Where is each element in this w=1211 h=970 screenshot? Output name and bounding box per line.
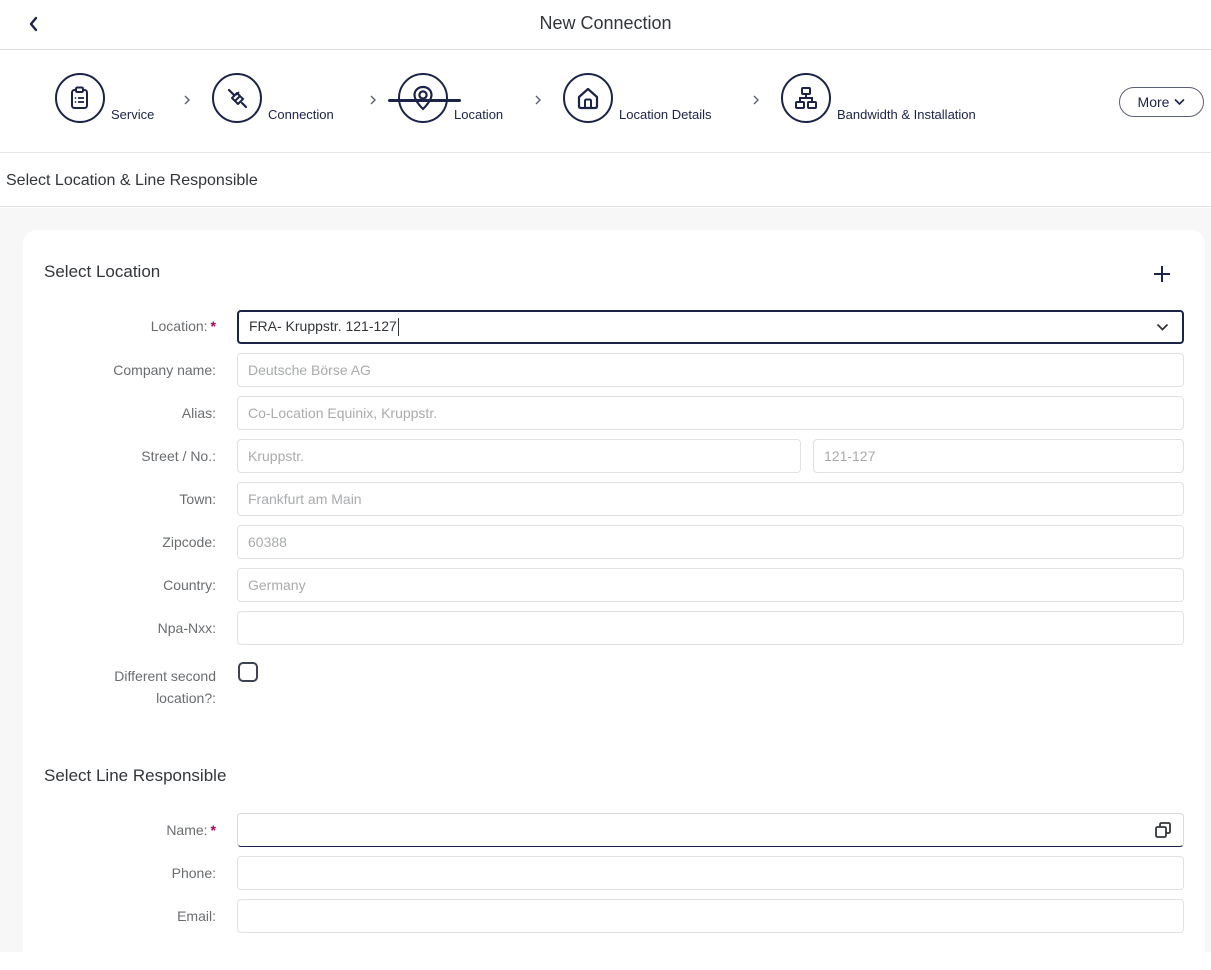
step-service[interactable]: Service <box>55 73 154 123</box>
subheader-title: Select Location & Line Responsible <box>6 172 258 189</box>
step-chevron-icon <box>751 93 761 107</box>
chevron-down-icon <box>1174 98 1186 106</box>
country-label: Country: <box>163 577 216 593</box>
name-label: Name: * <box>166 822 216 838</box>
email-label: Email: <box>177 908 216 924</box>
clipboard-icon <box>71 86 88 109</box>
phone-label: Phone: <box>171 865 216 881</box>
wizard-steps: Service Connection Location Location Det… <box>0 51 1211 153</box>
street-field[interactable]: Kruppstr. <box>237 439 801 473</box>
step-location[interactable]: Location <box>398 73 503 123</box>
text-cursor <box>397 318 399 337</box>
plug-icon <box>227 88 248 109</box>
step-label: Bandwidth & Installation <box>837 107 976 122</box>
street-label: Street / No.: <box>141 448 216 464</box>
section-title-line-responsible: Select Line Responsible <box>44 766 227 785</box>
second-location-checkbox[interactable] <box>238 662 258 682</box>
alias-field[interactable]: Co-Location Equinix, Kruppstr. <box>237 396 1184 430</box>
home-icon <box>577 87 599 110</box>
location-select[interactable]: FRA- Kruppstr. 121-127 <box>237 310 1184 344</box>
step-chevron-icon <box>533 93 543 107</box>
step-bandwidth-installation[interactable]: Bandwidth & Installation <box>781 73 976 123</box>
active-step-indicator <box>388 99 461 102</box>
phone-field[interactable] <box>237 856 1184 890</box>
step-label: Location <box>454 107 504 122</box>
country-field[interactable]: Germany <box>237 568 1184 602</box>
town-label: Town: <box>179 491 216 507</box>
company-name-field[interactable]: Deutsche Börse AG <box>237 353 1184 387</box>
step-chevron-icon <box>368 93 378 107</box>
section-title-location: Select Location <box>44 262 161 281</box>
email-field[interactable] <box>237 899 1184 933</box>
add-location-button[interactable] <box>1150 260 1174 288</box>
zipcode-label: Zipcode: <box>162 534 216 550</box>
plus-icon <box>1154 266 1170 282</box>
value-help-icon[interactable] <box>1153 820 1173 840</box>
location-pin-icon <box>413 85 433 111</box>
chevron-down-icon[interactable] <box>1152 317 1172 337</box>
company-name-label: Company name: <box>113 362 216 378</box>
step-location-details[interactable]: Location Details <box>563 73 712 123</box>
npa-nxx-label: Npa-Nxx: <box>157 620 216 636</box>
location-label: Location: * <box>150 318 216 334</box>
step-label: Location Details <box>619 107 712 122</box>
page-title: New Connection <box>539 13 672 33</box>
street-number-field[interactable]: 121-127 <box>813 439 1184 473</box>
step-label: Service <box>111 107 155 122</box>
name-field[interactable] <box>237 813 1184 847</box>
town-field[interactable]: Frankfurt am Main <box>237 482 1184 516</box>
second-location-label: Different second location?: <box>114 668 216 706</box>
top-bar: New Connection <box>0 0 1211 50</box>
network-icon <box>795 87 817 109</box>
npa-nxx-field[interactable] <box>237 611 1184 645</box>
step-connection[interactable]: Connection <box>212 73 334 123</box>
alias-label: Alias: <box>181 405 216 421</box>
more-button[interactable]: More <box>1119 87 1204 117</box>
step-label: Connection <box>268 107 334 122</box>
zipcode-field[interactable]: 60388 <box>237 525 1184 559</box>
step-chevron-icon <box>182 93 192 107</box>
